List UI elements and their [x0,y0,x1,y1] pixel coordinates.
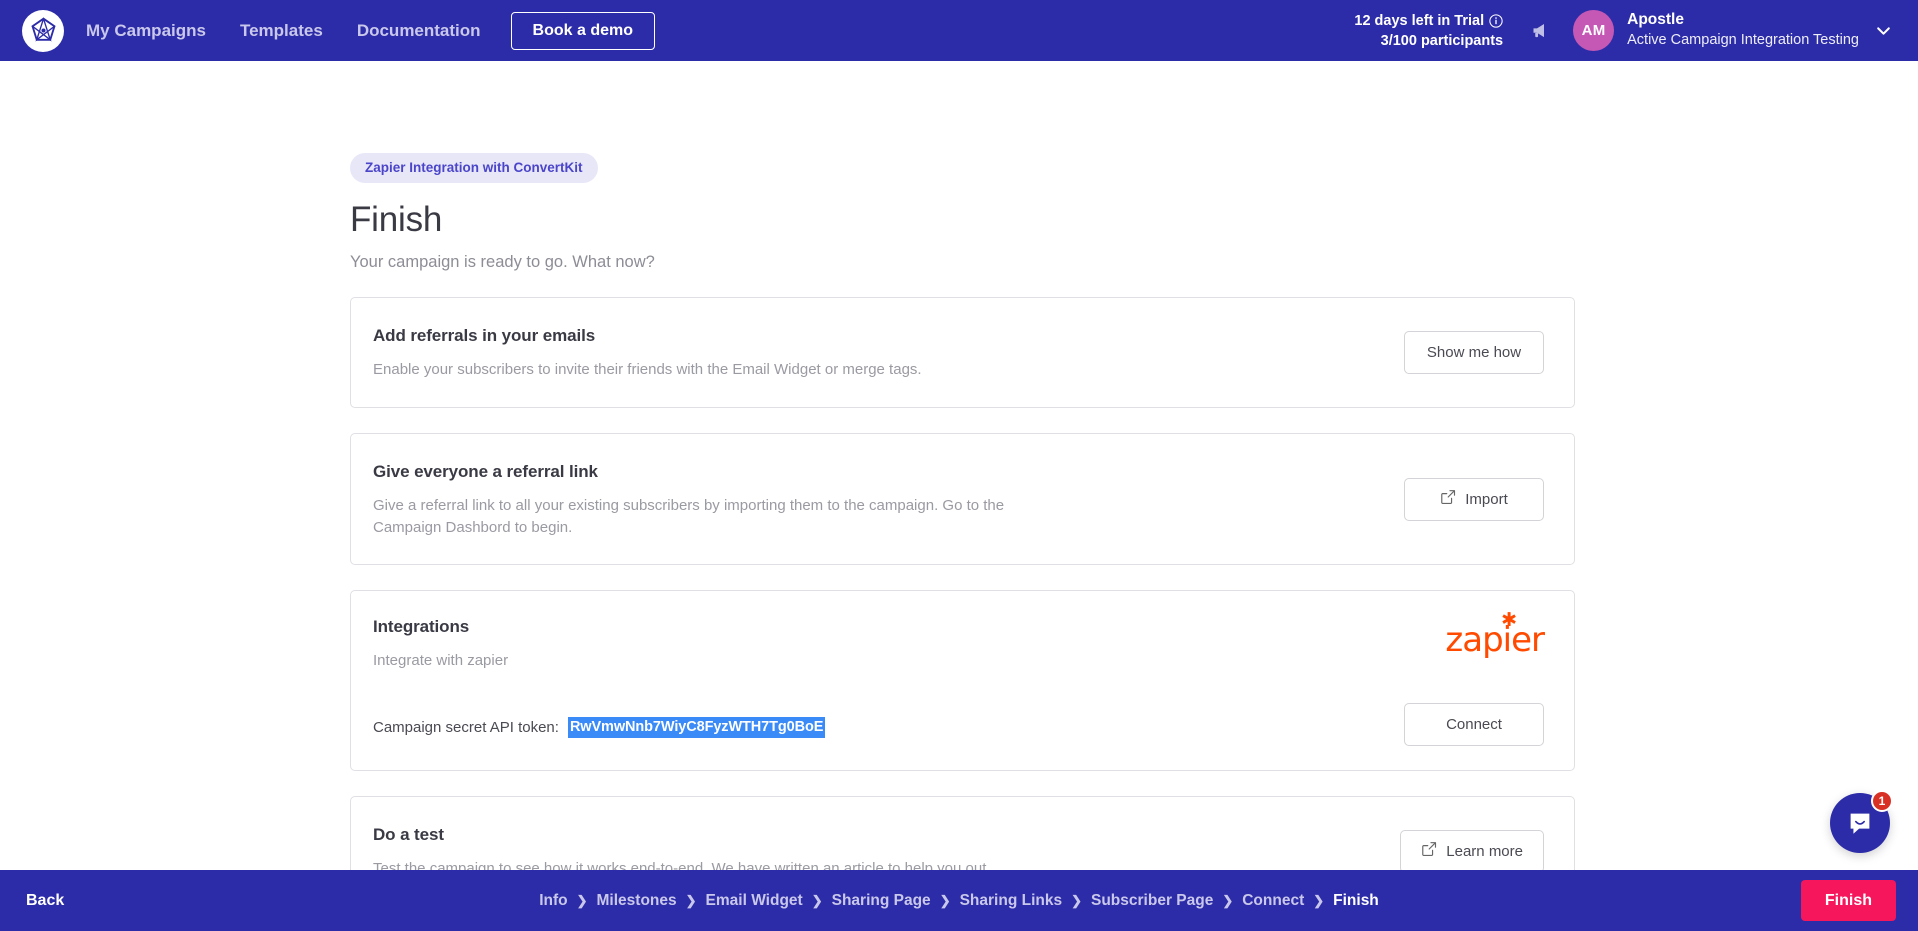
zapier-star-icon: ✱ [1501,609,1517,632]
campaign-name-badge[interactable]: Zapier Integration with ConvertKit [350,153,598,183]
breadcrumb-item-email-widget[interactable]: Email Widget [706,892,803,910]
external-link-glyph [1422,842,1437,857]
show-me-how-button[interactable]: Show me how [1404,330,1544,374]
zapier-logo: ✱ zapier [1445,611,1545,661]
connect-button[interactable]: Connect [1404,703,1544,746]
breadcrumb-item-info[interactable]: Info [539,892,567,910]
breadcrumb-separator-icon: ❯ [1071,892,1082,908]
breadcrumb-item-sharing-page[interactable]: Sharing Page [832,892,931,910]
api-token-value[interactable]: RwVmwNnb7WiyC8FyzWTH7Tg0BoE [567,717,826,738]
import-button[interactable]: Import [1404,477,1544,521]
external-link-glyph [1441,490,1456,504]
api-token-label: Campaign secret API token: [373,719,559,736]
info-icon[interactable] [1489,13,1503,28]
button-label: Show me how [1426,343,1522,361]
card-description: Integrate with zapier [373,652,509,670]
avatar[interactable]: AM [1573,10,1615,51]
breadcrumb-separator-icon: ❯ [1222,892,1234,908]
megaphone-glyph [1533,23,1544,38]
api-token-row: Campaign secret API token: RwVmwNnb7WiyC… [373,703,1544,746]
bottom-navigation-bar: Back Info ❯ Milestones ❯ Email Widget ❯ … [0,870,1918,931]
finish-button[interactable]: Finish [1800,880,1896,921]
breadcrumb-item-subscriber-page[interactable]: Subscriber Page [1091,892,1213,910]
breadcrumb: Info ❯ Milestones ❯ Email Widget ❯ Shari… [0,892,1918,910]
intercom-unread-badge: 1 [1871,790,1893,812]
card-give-referral-link: Give everyone a referral link Give a ref… [350,432,1575,566]
trial-status: 12 days left in Trial 3/100 participants [1354,11,1503,51]
account-subtitle: Active Campaign Integration Testing [1627,32,1859,49]
trial-days-left: 12 days left in Trial [1354,12,1485,29]
breadcrumb-separator-icon: ❯ [576,892,588,908]
info-glyph [1489,13,1503,28]
trial-days-line: 12 days left in Trial [1354,11,1503,31]
learn-more-button[interactable]: Learn more [1400,829,1544,873]
chat-smile-icon [1850,813,1870,834]
button-label: Learn more [1446,842,1523,860]
button-label: Import [1465,490,1508,508]
nav-item-documentation[interactable]: Documentation [340,0,498,61]
card-text-block: Add referrals in your emails Enable your… [373,324,1404,381]
account-name: Apostle [1627,11,1684,29]
card-description: Give a referral link to all your existin… [373,496,1005,536]
nav-item-my-campaigns[interactable]: My Campaigns [86,0,223,61]
top-navigation-bar: My Campaigns Templates Documentation Boo… [0,0,1918,61]
account-menu-toggle[interactable] [1875,22,1892,39]
breadcrumb-separator-icon: ❯ [1313,892,1325,908]
card-title: Integrations [373,617,470,637]
zapier-wordmark: ✱ zapier [1445,611,1545,661]
page-body: Zapier Integration with ConvertKit Finis… [0,61,1918,907]
breadcrumb-separator-icon: ❯ [939,892,951,908]
back-button[interactable]: Back [0,870,90,931]
card-text-block: Integrations Integrate with zapier [373,617,1445,672]
card-title: Give everyone a referral link [373,461,598,481]
card-add-referrals: Add referrals in your emails Enable your… [350,297,1575,408]
logo-glyph [30,17,56,42]
card-action-block: Connect [1404,703,1544,746]
zapier-logo-text: zapier [1445,620,1545,661]
card-description: Enable your subscribers to invite their … [373,361,922,378]
breadcrumb-separator-icon: ❯ [811,892,823,908]
button-label: Connect [1446,716,1502,733]
nav-item-templates[interactable]: Templates [223,0,340,61]
content-column: Zapier Integration with ConvertKit Finis… [350,153,1575,907]
trial-participants: 3/100 participants [1380,32,1504,49]
apostle-logo-icon[interactable] [22,9,64,52]
card-title: Add referrals in your emails [373,326,596,345]
breadcrumb-item-milestones[interactable]: Milestones [597,892,677,910]
account-info[interactable]: Apostle Active Campaign Integration Test… [1627,10,1859,50]
announcements-megaphone-icon[interactable] [1529,20,1551,42]
nav-right-cluster: 12 days left in Trial 3/100 participants… [1354,10,1896,51]
breadcrumb-item-sharing-links[interactable]: Sharing Links [960,892,1063,910]
card-action-block: Learn more [1400,829,1544,873]
card-action-block: Show me how [1404,330,1544,374]
breadcrumb-item-finish[interactable]: Finish [1333,892,1379,910]
book-a-demo-button[interactable]: Book a demo [510,11,656,50]
page-title: Finish [350,200,443,239]
card-title: Do a test [373,825,444,844]
card-action-block: Import [1404,477,1544,521]
card-text-block: Give everyone a referral link Give a ref… [373,460,1404,539]
chevron-down-icon [1877,27,1890,35]
page-subtitle: Your campaign is ready to go. What now? [350,253,655,271]
breadcrumb-separator-icon: ❯ [685,892,697,908]
intercom-launcher-button[interactable]: 1 [1830,790,1893,853]
card-integrations: Integrations Integrate with zapier ✱ zap… [350,590,1575,771]
integrations-top-row: Integrations Integrate with zapier ✱ zap… [373,611,1545,672]
primary-nav-links: My Campaigns Templates Documentation Boo… [86,0,656,61]
external-link-icon [1440,489,1456,509]
breadcrumb-item-connect[interactable]: Connect [1242,892,1304,910]
external-link-icon [1421,841,1437,861]
